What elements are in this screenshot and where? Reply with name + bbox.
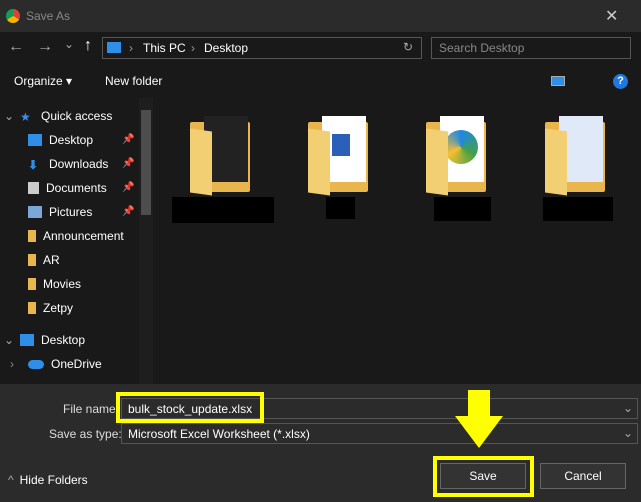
pin-icon[interactable]: 📌	[122, 206, 134, 217]
chevron-up-icon: ^	[8, 473, 14, 487]
highlight-box	[433, 456, 534, 497]
folder-item[interactable]	[190, 116, 256, 196]
organize-button[interactable]: Organize ▾	[14, 74, 72, 88]
sidebar-item-label: Desktop	[41, 333, 86, 347]
folder-item[interactable]	[308, 116, 374, 196]
breadcrumb-this-pc[interactable]: This PC	[143, 41, 186, 55]
sidebar-item-label: Quick access	[41, 109, 113, 123]
sidebar-item-desktop-root[interactable]: ⌄ Desktop	[4, 328, 144, 352]
help-button[interactable]: ?	[613, 74, 628, 89]
address-bar[interactable]: › This PC › Desktop ↻	[102, 37, 422, 59]
forward-button[interactable]: →	[37, 38, 53, 56]
redacted-label	[434, 197, 491, 221]
desktop-icon	[28, 134, 42, 146]
folder-icon	[28, 254, 36, 266]
sidebar-item-label: Zetpy	[43, 301, 74, 315]
toolbar: Organize ▾ New folder ?	[0, 64, 641, 98]
highlight-box	[116, 392, 264, 423]
window-title: Save As	[26, 9, 71, 23]
this-pc-icon	[107, 42, 121, 53]
folder-icon	[28, 230, 36, 242]
sidebar-item-label: Desktop	[49, 133, 94, 147]
sidebar-item-label: AR	[43, 253, 60, 267]
back-button[interactable]: ←	[8, 38, 24, 56]
redacted-label	[543, 197, 613, 221]
redacted-label	[326, 197, 355, 219]
new-folder-button[interactable]: New folder	[105, 74, 162, 88]
search-input[interactable]: Search Desktop	[431, 37, 631, 59]
sidebar-item-onedrive[interactable]: › OneDrive	[10, 352, 150, 376]
pin-icon[interactable]: 📌	[122, 158, 134, 169]
documents-icon	[28, 182, 39, 194]
cancel-button[interactable]: Cancel	[540, 463, 626, 489]
arrow-down-annotation	[468, 390, 490, 416]
download-icon: ⬇	[28, 158, 39, 172]
folder-icon	[28, 302, 36, 314]
view-options-icon[interactable]	[551, 76, 565, 86]
sidebar-item-label: Downloads	[49, 157, 109, 171]
sidebar-item-label: OneDrive	[51, 357, 102, 371]
redacted-label	[172, 197, 274, 223]
save-as-type-value: Microsoft Excel Worksheet (*.xlsx)	[128, 427, 310, 441]
cloud-icon	[28, 359, 44, 369]
scrollbar-thumb[interactable]	[141, 110, 151, 215]
arrow-head-annotation	[455, 416, 503, 448]
hide-folders-button[interactable]: ^ Hide Folders	[8, 473, 88, 487]
recent-locations-button[interactable]: ⌄	[64, 37, 74, 51]
refresh-icon[interactable]: ↻	[403, 40, 413, 54]
pin-icon[interactable]: 📌	[122, 134, 134, 145]
breadcrumb-desktop[interactable]: Desktop	[204, 41, 248, 55]
navigation-pane: ⌄ ★ Quick access Desktop ⬇ Downloads Docume…	[0, 98, 153, 384]
save-form-panel: File name: bulk_stock_update.xlsx ⌄ Save …	[0, 384, 641, 502]
save-as-type-label: Save as type:	[49, 427, 122, 441]
desktop-icon	[20, 334, 34, 346]
close-button[interactable]: ✕	[605, 6, 618, 26]
hide-folders-label: Hide Folders	[19, 473, 88, 487]
pin-icon[interactable]: 📌	[122, 182, 134, 193]
folder-icon	[28, 278, 36, 290]
star-icon: ★	[20, 110, 31, 124]
sidebar-item-label: Announcement	[43, 229, 124, 243]
pictures-icon	[28, 206, 42, 218]
folder-item[interactable]	[545, 116, 611, 196]
save-as-type-select[interactable]: Microsoft Excel Worksheet (*.xlsx) ⌄	[121, 423, 638, 444]
sidebar-item-quick-access[interactable]: ⌄ ★ Quick access	[4, 104, 144, 128]
sidebar-item-label: Pictures	[49, 205, 93, 219]
title-bar: Save As ✕	[0, 0, 641, 32]
folder-item[interactable]	[426, 116, 492, 196]
file-name-label: File name:	[63, 402, 120, 416]
sidebar-item-label: Movies	[43, 277, 82, 291]
sidebar-item-label: Documents	[46, 181, 107, 195]
chrome-icon	[6, 9, 20, 23]
up-button[interactable]: ↑	[84, 37, 92, 55]
